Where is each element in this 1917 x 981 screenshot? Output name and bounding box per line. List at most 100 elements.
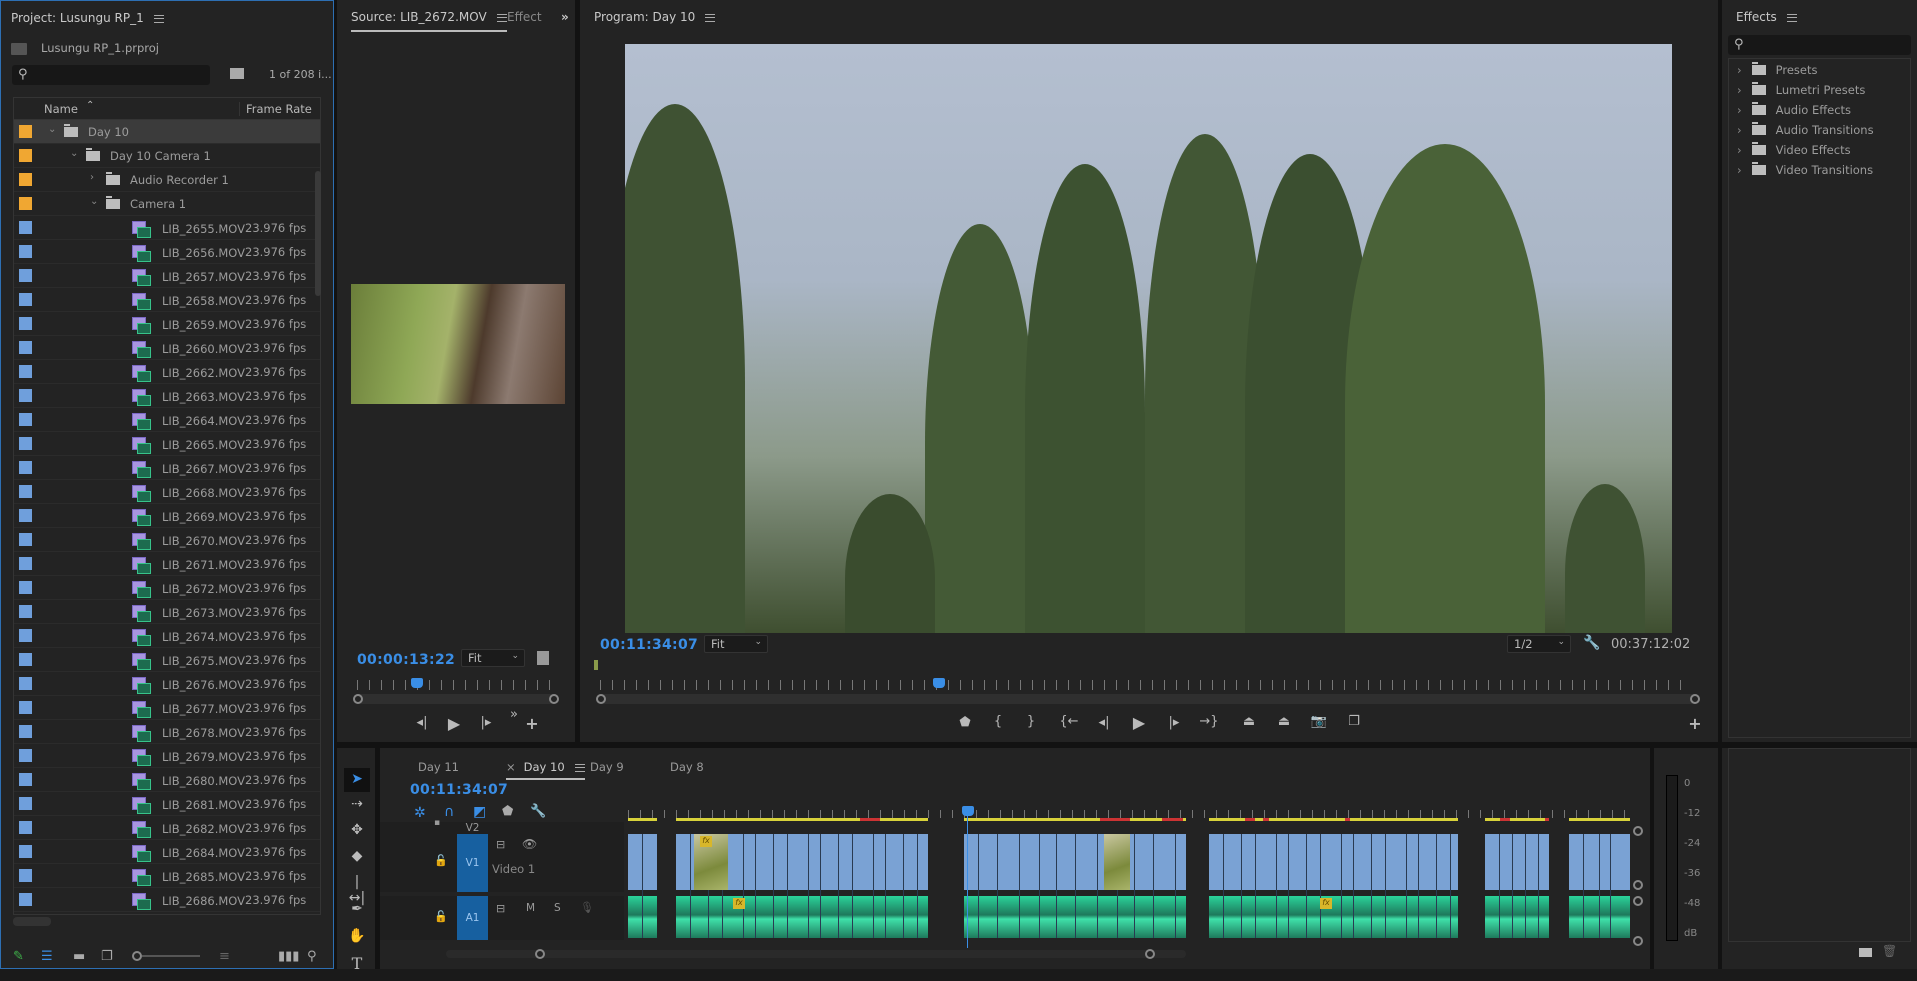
mark-in-icon[interactable]: {: [987, 714, 1009, 729]
step-back-icon[interactable]: ◂|: [1093, 715, 1115, 730]
automate-icon[interactable]: ▮▮▮: [278, 949, 299, 964]
program-timecode[interactable]: 00:11:34:07: [600, 637, 698, 653]
source-zoom-bar[interactable]: [353, 694, 559, 704]
lock-icon[interactable]: 🔓: [434, 854, 448, 867]
effects-folder-video-transitions[interactable]: › Video Transitions: [1737, 162, 1873, 177]
label-color-swatch[interactable]: [19, 845, 32, 858]
zoom-slider-knob[interactable]: [132, 951, 142, 961]
new-bin-icon[interactable]: [1859, 948, 1872, 957]
label-color-swatch[interactable]: [19, 197, 32, 210]
source-zoom-dropdown[interactable]: Fit ⌄: [461, 649, 525, 667]
label-color-swatch[interactable]: [19, 821, 32, 834]
zoom-bar-start-handle[interactable]: [353, 694, 363, 704]
chevron-down-icon[interactable]: ⌄: [48, 124, 56, 135]
clip-row[interactable]: LIB_2665.MOV 23.976 fps: [14, 432, 320, 456]
label-color-swatch[interactable]: [19, 677, 32, 690]
step-forward-icon[interactable]: |▸: [1163, 715, 1185, 730]
source-timecode[interactable]: 00:00:13:22: [357, 652, 455, 668]
sequence-tab[interactable]: Day 9: [590, 760, 624, 774]
source-playhead[interactable]: [411, 678, 423, 688]
effects-folder-audio-transitions[interactable]: › Audio Transitions: [1737, 122, 1874, 137]
chevron-right-icon[interactable]: ›: [90, 172, 94, 183]
button-editor-icon[interactable]: +: [521, 714, 543, 733]
clip-row[interactable]: LIB_2675.MOV 23.976 fps: [14, 648, 320, 672]
audio-clip[interactable]: [676, 896, 928, 938]
snap-icon[interactable]: ∩: [444, 804, 454, 820]
clip-row[interactable]: LIB_2680.MOV 23.976 fps: [14, 768, 320, 792]
label-color-swatch[interactable]: [19, 389, 32, 402]
sync-lock-icon[interactable]: ⊟: [496, 838, 505, 851]
timeline-playhead[interactable]: [962, 806, 974, 816]
clip-row[interactable]: LIB_2655.MOV 23.976 fps: [14, 216, 320, 240]
eye-icon[interactable]: 👁: [522, 837, 537, 851]
panel-menu-icon[interactable]: [153, 14, 164, 23]
label-color-swatch[interactable]: [19, 893, 32, 906]
label-color-swatch[interactable]: [19, 581, 32, 594]
sequence-tab[interactable]: Day 8: [670, 760, 704, 774]
folder-row[interactable]: ⌄ Day 10: [14, 120, 320, 144]
zoom-slider[interactable]: [142, 955, 200, 957]
selection-tool-icon[interactable]: ➤: [344, 768, 370, 792]
folder-row[interactable]: ⌄ Day 10 Camera 1: [14, 144, 320, 168]
new-search-bin-icon[interactable]: [230, 68, 244, 79]
label-color-swatch[interactable]: [19, 701, 32, 714]
column-frame-rate[interactable]: Frame Rate: [239, 102, 312, 116]
audio-clip[interactable]: [1209, 896, 1458, 938]
resolution-dropdown[interactable]: 1/2 ⌄: [1507, 635, 1571, 653]
pen-tool-icon[interactable]: ✒: [347, 901, 367, 917]
lock-icon[interactable]: ▪: [434, 818, 440, 828]
label-color-swatch[interactable]: [19, 725, 32, 738]
button-editor-icon[interactable]: +: [1684, 714, 1706, 733]
folder-row[interactable]: ⌄ Camera 1: [14, 192, 320, 216]
video-clip[interactable]: [1485, 834, 1549, 890]
label-color-swatch[interactable]: [19, 341, 32, 354]
go-to-in-icon[interactable]: {←: [1058, 714, 1080, 729]
program-title[interactable]: Program: Day 10: [594, 10, 716, 24]
drag-video-icon[interactable]: [537, 651, 549, 665]
label-color-swatch[interactable]: [19, 317, 32, 330]
step-forward-icon[interactable]: |▸: [475, 715, 497, 730]
step-back-icon[interactable]: ◂|: [411, 715, 433, 730]
program-zoom-dropdown[interactable]: Fit ⌄: [704, 635, 768, 653]
label-color-swatch[interactable]: [19, 773, 32, 786]
tab-source[interactable]: Source: LIB_2672.MOV: [351, 10, 507, 32]
solo-button[interactable]: S: [554, 902, 561, 914]
clip-row[interactable]: LIB_2677.MOV 23.976 fps: [14, 696, 320, 720]
scroll-start-handle[interactable]: [535, 949, 545, 959]
clip-row[interactable]: LIB_2681.MOV 23.976 fps: [14, 792, 320, 816]
list-hscrollbar[interactable]: [13, 917, 51, 926]
label-color-swatch[interactable]: [19, 269, 32, 282]
timeline-ruler[interactable]: [628, 810, 1628, 818]
chevron-down-icon[interactable]: ⌄: [70, 148, 78, 159]
overflow-tabs-icon[interactable]: »: [561, 10, 569, 24]
clip-row[interactable]: LIB_2673.MOV 23.976 fps: [14, 600, 320, 624]
clip-row[interactable]: LIB_2659.MOV 23.976 fps: [14, 312, 320, 336]
mute-button[interactable]: M: [526, 902, 535, 914]
clip-row[interactable]: LIB_2660.MOV 23.976 fps: [14, 336, 320, 360]
zoom-bar-start-handle[interactable]: [596, 694, 606, 704]
clip-row[interactable]: LIB_2668.MOV 23.976 fps: [14, 480, 320, 504]
label-color-swatch[interactable]: [19, 125, 32, 138]
project-search-input[interactable]: ⚲: [12, 65, 210, 85]
column-name[interactable]: Name: [44, 102, 78, 116]
label-color-swatch[interactable]: [19, 797, 32, 810]
ripple-edit-tool-icon[interactable]: ✥: [347, 822, 367, 838]
source-time-ruler[interactable]: [357, 680, 557, 690]
label-color-swatch[interactable]: [19, 245, 32, 258]
mark-out-icon[interactable]: }: [1020, 714, 1042, 729]
program-zoom-bar[interactable]: [596, 694, 1700, 704]
wrench-icon[interactable]: 🔧: [1583, 635, 1600, 651]
vscroll-handle[interactable]: [1633, 880, 1643, 890]
timeline-hscrollbar[interactable]: [446, 950, 1186, 958]
clip-row[interactable]: LIB_2657.MOV 23.976 fps: [14, 264, 320, 288]
timeline-settings-icon[interactable]: 🔧: [530, 804, 546, 819]
label-color-swatch[interactable]: [19, 173, 32, 186]
clip-row[interactable]: LIB_2656.MOV 23.976 fps: [14, 240, 320, 264]
zoom-bar-end-handle[interactable]: [1690, 694, 1700, 704]
label-color-swatch[interactable]: [19, 869, 32, 882]
tab-effect-controls[interactable]: Effect: [507, 10, 542, 24]
sync-lock-icon[interactable]: ⊟: [496, 902, 505, 915]
track-a1-target[interactable]: A1: [457, 896, 488, 940]
label-color-swatch[interactable]: [19, 629, 32, 642]
vscroll-handle[interactable]: [1633, 896, 1643, 906]
